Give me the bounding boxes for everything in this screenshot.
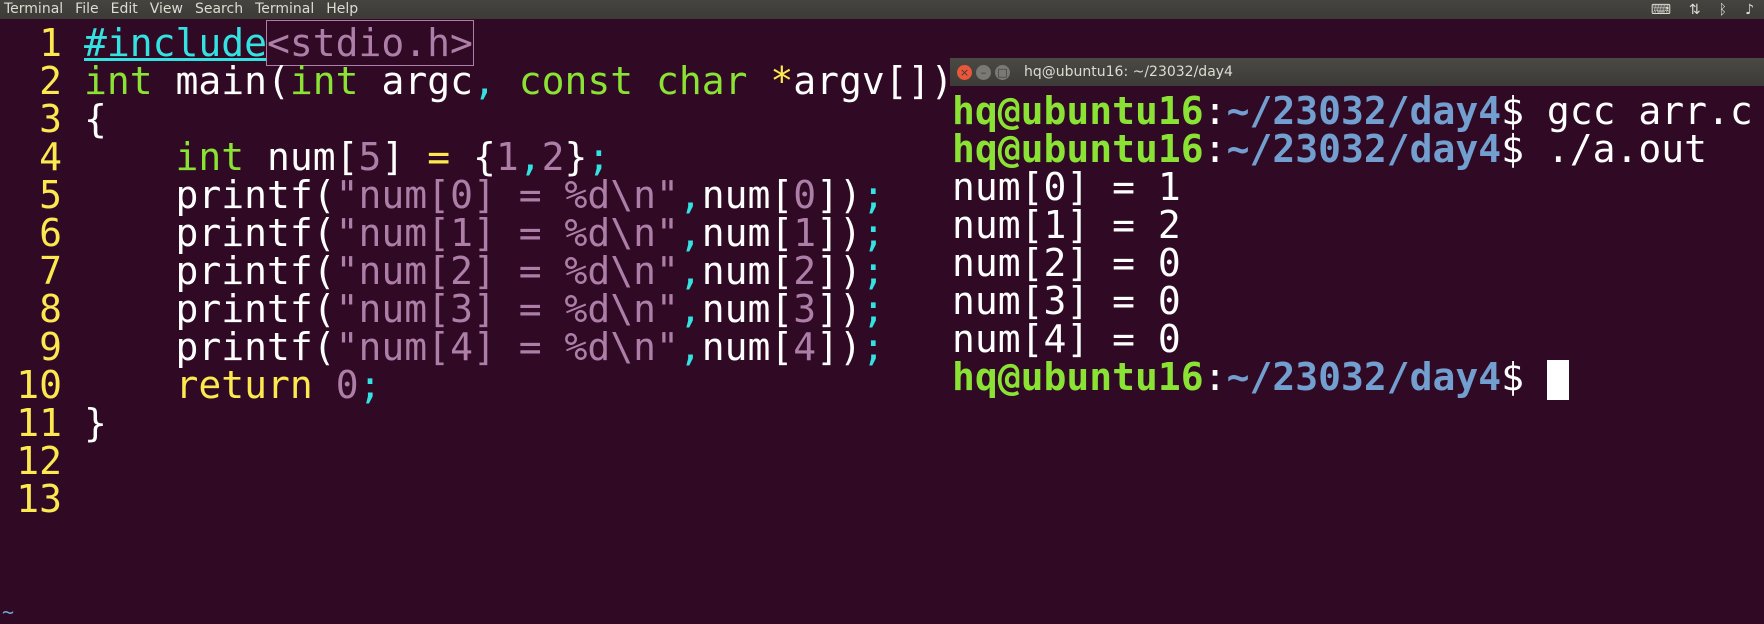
code-text: argc — [358, 59, 473, 103]
code-text: argv[]) — [793, 59, 954, 103]
punctuation: ; — [358, 363, 382, 407]
menu-view[interactable]: View — [150, 0, 183, 19]
command-text: ./a.out — [1546, 127, 1708, 171]
terminal-title: hq@ubuntu16: ~/23032/day4 — [1024, 64, 1233, 80]
punctuation: ; — [861, 325, 885, 369]
punctuation: , — [472, 59, 496, 103]
menu-search[interactable]: Search — [195, 0, 243, 19]
prompt-path: ~/23032/day4 — [1226, 127, 1502, 171]
prompt-dollar: $ — [1501, 127, 1547, 171]
menu-terminal-app[interactable]: Terminal — [4, 0, 63, 19]
code-text: main( — [152, 59, 290, 103]
number-literal: 4 — [450, 325, 473, 369]
punctuation: , — [678, 325, 702, 369]
volume-icon[interactable]: ♪ — [1745, 2, 1754, 18]
code-text: } — [84, 401, 107, 445]
operator: * — [747, 59, 794, 103]
menu-edit[interactable]: Edit — [111, 0, 138, 19]
prompt-user: hq@ubuntu16 — [952, 355, 1204, 399]
menu-help[interactable]: Help — [326, 0, 358, 19]
terminal-window[interactable]: × – □ hq@ubuntu16: ~/23032/day4 hq@ubunt… — [950, 58, 1764, 607]
minimize-icon[interactable]: – — [976, 64, 991, 80]
menu-file[interactable]: File — [75, 0, 98, 19]
prompt-colon: : — [1203, 127, 1227, 171]
string-literal: ] = %d\n" — [472, 325, 679, 369]
type-keyword: char — [633, 59, 748, 103]
prompt-path: ~/23032/day4 — [1226, 355, 1502, 399]
number-literal: 0 — [335, 363, 359, 407]
type-keyword: int — [289, 59, 359, 103]
close-icon[interactable]: × — [957, 64, 972, 80]
vim-editor[interactable]: 1 #include<stdio.h> 2 int main(int argc, c… — [0, 19, 953, 622]
return-keyword: return — [175, 363, 313, 407]
terminal-cursor — [1546, 359, 1569, 400]
keyboard-icon[interactable]: ⌨ — [1651, 2, 1671, 18]
terminal-titlebar[interactable]: × – □ hq@ubuntu16: ~/23032/day4 — [950, 58, 1764, 86]
system-tray: ⌨ ⇅ ᛒ ♪ — [1651, 0, 1754, 19]
empty-line-marker: ~ — [2, 600, 15, 624]
bluetooth-icon[interactable]: ᛒ — [1719, 2, 1727, 18]
code-text: ]) — [816, 325, 862, 369]
code-text: num[ — [701, 325, 794, 369]
code-line-2: 2 int main(int argc, const char *argv[]) — [0, 60, 953, 103]
line-number: 13 — [16, 477, 62, 521]
code-line-13: 13 — [0, 478, 84, 521]
maximize-icon[interactable]: □ — [995, 64, 1010, 80]
menu-terminal[interactable]: Terminal — [255, 0, 314, 19]
network-arrows-icon[interactable]: ⇅ — [1689, 2, 1701, 18]
terminal-prompt-line[interactable]: hq@ubuntu16:~/23032/day4$ — [952, 355, 1569, 400]
prompt-colon: : — [1203, 355, 1227, 399]
top-menubar: Terminal File Edit View Search Terminal … — [0, 0, 1764, 19]
type-keyword: const — [495, 59, 634, 103]
number-literal: 4 — [793, 325, 817, 369]
prompt-dollar: $ — [1501, 355, 1547, 399]
